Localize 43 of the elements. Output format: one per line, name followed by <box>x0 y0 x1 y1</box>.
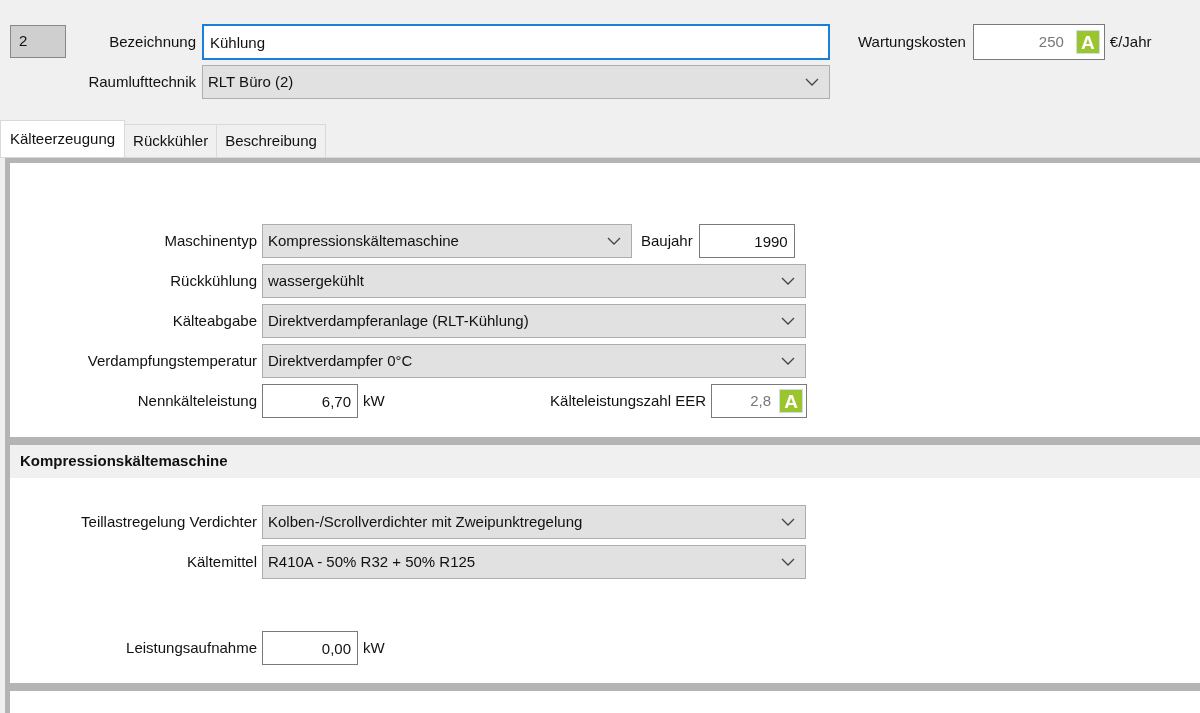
dropdown[interactable]: RLT Büro (2) <box>202 65 830 99</box>
chevron-down-icon <box>781 357 795 365</box>
field-label: Verdampfungstemperatur <box>86 350 258 371</box>
record-number: 2 <box>10 25 66 58</box>
tab[interactable]: Beschreibung <box>217 124 326 157</box>
tab[interactable]: Kälteerzeugung <box>0 120 126 157</box>
dropdown[interactable]: Direktverdampfer 0°C <box>262 344 806 378</box>
unit-label: kW <box>363 637 385 658</box>
field-label: Kälteleistungszahl EER <box>549 390 707 411</box>
chevron-down-icon <box>805 78 819 86</box>
field-label: Leistungsaufnahme <box>125 637 258 658</box>
field-label: Raumlufttechnik <box>87 71 197 92</box>
field-label: Wartungskosten <box>858 31 966 52</box>
field-label: Kälteabgabe <box>171 310 258 331</box>
dropdown[interactable]: wassergekühlt <box>262 264 806 298</box>
number-field[interactable]: 0,00 <box>262 631 358 665</box>
rating-badge: A <box>779 389 803 413</box>
dropdown[interactable]: R410A - 50% R32 + 50% R125 <box>262 545 806 579</box>
cost-field[interactable]: 250 A <box>972 24 1105 60</box>
number-field[interactable]: 6,70 <box>262 384 358 418</box>
field-label: Teillastregelung Verdichter <box>80 511 258 532</box>
field-label: Baujahr <box>641 230 693 251</box>
chevron-down-icon <box>607 237 621 245</box>
rating-badge: A <box>1075 30 1100 54</box>
chevron-down-icon <box>781 518 795 526</box>
section-title: Kompressionskältemaschine <box>10 445 1200 478</box>
dropdown[interactable]: Kompressionskältemaschine <box>262 224 632 258</box>
name-field[interactable]: Kühlung <box>202 24 830 60</box>
field-label: Kältemittel <box>185 551 258 572</box>
field-label: Rückkühlung <box>169 270 258 291</box>
chevron-down-icon <box>781 558 795 566</box>
chevron-down-icon <box>781 317 795 325</box>
chevron-down-icon <box>781 277 795 285</box>
field-label: Bezeichnung <box>108 31 197 52</box>
tab[interactable]: Rückkühler <box>125 124 218 157</box>
field-label: Maschinentyp <box>163 230 258 251</box>
unit-label: kW <box>363 390 386 411</box>
dropdown[interactable]: Kolben-/Scrollverdichter mit Zweipunktregelung <box>262 505 806 539</box>
number-field[interactable]: 1990 <box>698 224 795 258</box>
eer-field[interactable]: 2,8 A <box>711 384 807 418</box>
field-label: Nennkälteleistung <box>136 390 258 411</box>
unit-label: €/Jahr <box>1109 31 1152 52</box>
dropdown[interactable]: Direktverdampferanlage (RLT-Kühlung) <box>262 304 806 338</box>
